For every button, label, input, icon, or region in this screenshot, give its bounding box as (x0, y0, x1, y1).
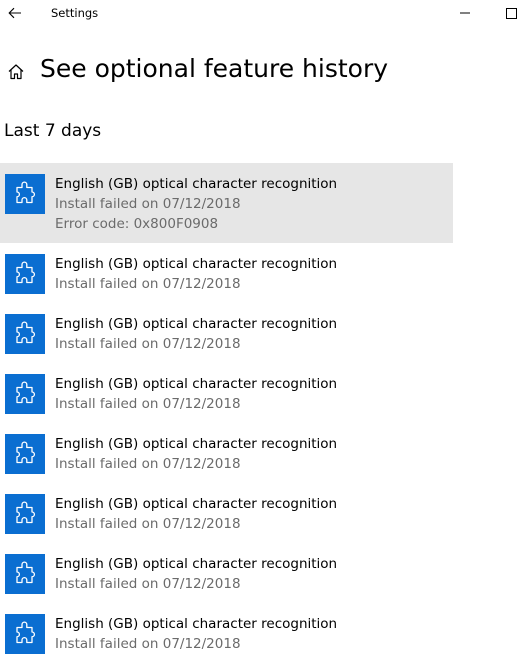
feature-name: English (GB) optical character recogniti… (55, 556, 338, 572)
list-item-text: English (GB) optical character recogniti… (55, 434, 337, 474)
page-header: See optional feature history (0, 48, 526, 92)
feature-name: English (GB) optical character recogniti… (55, 376, 338, 392)
install-status: Install failed on 07/12/2018 (55, 456, 241, 472)
list-item-text: English (GB) optical character recogniti… (55, 254, 337, 294)
install-status: Install failed on 07/12/2018 (55, 276, 241, 292)
title-bar: Settings (0, 0, 526, 28)
feature-name: English (GB) optical character recogniti… (55, 316, 338, 332)
install-status: Install failed on 07/12/2018 (55, 396, 241, 412)
feature-name: English (GB) optical character recogniti… (55, 436, 338, 452)
list-item-text: English (GB) optical character recogniti… (55, 174, 337, 234)
list-item-text: English (GB) optical character recogniti… (55, 554, 337, 594)
error-code: Error code: 0x800F0908 (55, 216, 219, 232)
list-item[interactable]: English (GB) optical character recogniti… (0, 243, 453, 303)
back-arrow-icon (8, 7, 21, 19)
back-button[interactable] (4, 2, 26, 24)
list-item[interactable]: English (GB) optical character recogniti… (0, 543, 453, 603)
maximize-icon (505, 7, 517, 19)
feature-name: English (GB) optical character recogniti… (55, 496, 338, 512)
install-status: Install failed on 07/12/2018 (55, 196, 241, 212)
feature-history-list: English (GB) optical character recogniti… (0, 163, 453, 663)
puzzle-piece-icon (5, 494, 45, 534)
list-item[interactable]: English (GB) optical character recogniti… (0, 163, 453, 243)
puzzle-piece-icon (5, 254, 45, 294)
list-item[interactable]: English (GB) optical character recogniti… (0, 303, 453, 363)
list-item-text: English (GB) optical character recogniti… (55, 614, 337, 654)
minimize-icon (460, 12, 470, 14)
puzzle-piece-icon (5, 314, 45, 354)
list-item[interactable]: English (GB) optical character recogniti… (0, 483, 453, 543)
puzzle-piece-icon (5, 554, 45, 594)
puzzle-piece-icon (5, 174, 45, 214)
home-icon[interactable] (5, 60, 27, 82)
minimize-button[interactable] (455, 0, 475, 26)
list-item[interactable]: English (GB) optical character recogniti… (0, 363, 453, 423)
maximize-button[interactable] (500, 0, 522, 26)
install-status: Install failed on 07/12/2018 (55, 336, 241, 352)
feature-name: English (GB) optical character recogniti… (55, 616, 338, 632)
list-item-text: English (GB) optical character recogniti… (55, 314, 337, 354)
install-status: Install failed on 07/12/2018 (55, 636, 241, 652)
feature-name: English (GB) optical character recogniti… (55, 176, 338, 192)
puzzle-piece-icon (5, 374, 45, 414)
install-status: Install failed on 07/12/2018 (55, 576, 241, 592)
page-title: See optional feature history (40, 54, 389, 83)
list-item-text: English (GB) optical character recogniti… (55, 494, 337, 534)
list-item-text: English (GB) optical character recogniti… (55, 374, 337, 414)
list-item[interactable]: English (GB) optical character recogniti… (0, 423, 453, 483)
section-title: Last 7 days (4, 121, 102, 141)
list-item[interactable]: English (GB) optical character recogniti… (0, 603, 453, 663)
puzzle-piece-icon (5, 434, 45, 474)
puzzle-piece-icon (5, 614, 45, 654)
feature-name: English (GB) optical character recogniti… (55, 256, 338, 272)
install-status: Install failed on 07/12/2018 (55, 516, 241, 532)
app-title: Settings (51, 6, 99, 20)
